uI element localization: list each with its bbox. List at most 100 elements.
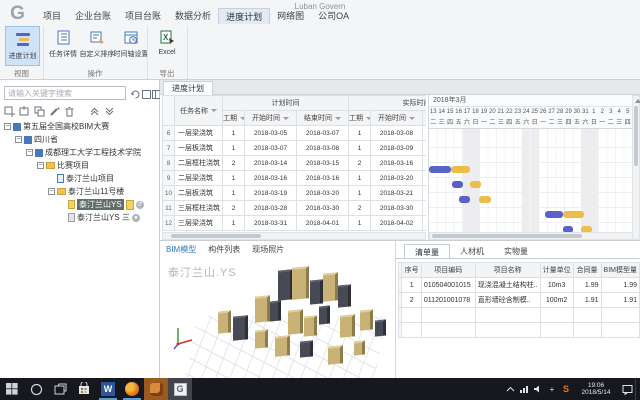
- bim-tab-2[interactable]: 现场照片: [252, 244, 284, 257]
- bim-element[interactable]: [233, 315, 248, 341]
- tray-chevron-icon[interactable]: [503, 378, 517, 400]
- delete-node-icon[interactable]: [64, 104, 75, 115]
- quantities-row-2[interactable]: 2011201001078直形墙砼含制模..100m21.911.91: [399, 293, 640, 308]
- tree-expander-icon[interactable]: −: [4, 123, 11, 130]
- ribbon-tab-0[interactable]: 项目: [36, 8, 68, 24]
- bim-element[interactable]: [340, 314, 355, 338]
- sub-header-4[interactable]: 开始时间: [371, 111, 423, 126]
- bim-element[interactable]: [275, 335, 290, 357]
- task-row-8[interactable]: 8二层框柱浇筑22018-03-142018-03-1522018-03-16: [163, 156, 427, 171]
- store-icon[interactable]: [72, 378, 96, 400]
- bim-element[interactable]: [354, 340, 365, 355]
- filter-arrow-icon[interactable]: [240, 117, 245, 120]
- gantt-bar-plan[interactable]: [545, 211, 563, 218]
- s-app-tray-icon[interactable]: S: [559, 378, 573, 400]
- bim-element[interactable]: [218, 310, 231, 333]
- progress-plan-button[interactable]: 进度计划: [5, 26, 40, 66]
- tree-item-5[interactable]: −泰汀兰山11号楼: [0, 185, 159, 198]
- tree-item-0[interactable]: −第五届全国高校BIM大赛: [0, 120, 159, 133]
- task-view-button[interactable]: [48, 378, 72, 400]
- quantities-tab-1[interactable]: 人材机: [450, 244, 494, 259]
- tree-item-2[interactable]: −成都理工大学工程技术学院: [0, 146, 159, 159]
- collapse-all-icon[interactable]: [104, 104, 115, 115]
- gantt-bar-actual[interactable]: [563, 211, 584, 218]
- bim-element[interactable]: [375, 319, 386, 336]
- bim-element[interactable]: [310, 279, 323, 304]
- task-name-header[interactable]: 任务名称: [175, 96, 223, 126]
- sub-header-0[interactable]: 工期: [223, 111, 245, 126]
- start-button[interactable]: [0, 378, 24, 400]
- tree-expander-icon[interactable]: −: [15, 136, 22, 143]
- bim-tab-1[interactable]: 构件列表: [208, 244, 240, 257]
- gantt-bar-actual[interactable]: [479, 196, 491, 203]
- quantities-tab-2[interactable]: 实物量: [494, 244, 538, 259]
- gantt-bar-actual[interactable]: [470, 181, 481, 188]
- filter-arrow-icon[interactable]: [409, 117, 415, 120]
- tree-expander-icon[interactable]: −: [48, 188, 55, 195]
- gantt-bar-plan[interactable]: [459, 196, 471, 203]
- bim-element[interactable]: [278, 269, 293, 301]
- bim-tab-0[interactable]: BIM模型: [166, 244, 196, 257]
- tree-expander-icon[interactable]: −: [37, 162, 44, 169]
- bim-element[interactable]: [270, 300, 281, 321]
- cortana-button[interactable]: [24, 378, 48, 400]
- custom-sort-button[interactable]: 自定义排序: [80, 26, 114, 66]
- gantt-bar-plan[interactable]: [429, 166, 451, 173]
- tab-progress-plan[interactable]: 进度计划: [163, 81, 213, 96]
- tree-item-6[interactable]: 泰汀兰山YS↺: [0, 198, 159, 211]
- bim-element[interactable]: [338, 284, 351, 307]
- bim-3d-view[interactable]: 泰汀兰山.YS: [160, 258, 395, 378]
- status-circle-icon[interactable]: ●: [132, 214, 140, 222]
- gantt-hscrollbar[interactable]: [429, 232, 633, 240]
- bim-element[interactable]: [255, 329, 268, 348]
- word-icon[interactable]: W: [96, 378, 120, 400]
- copy-node-icon[interactable]: [34, 104, 45, 115]
- sub-header-2[interactable]: 结束时间: [297, 111, 349, 126]
- bim-element[interactable]: [319, 305, 330, 324]
- export-excel-button[interactable]: X Excel: [152, 26, 182, 66]
- sync-status-icon[interactable]: ↺: [136, 201, 144, 209]
- task-row-7[interactable]: 7一层板浇筑12018-03-072018-03-0812018-03-09: [163, 141, 427, 156]
- task-table-hscrollbar[interactable]: [162, 232, 426, 240]
- network-icon[interactable]: [517, 378, 531, 400]
- ribbon-tab-2[interactable]: 项目台账: [118, 8, 168, 24]
- timeline-settings-button[interactable]: 时间轴设置: [115, 26, 147, 66]
- task-row-12[interactable]: 12三层梁浇筑12018-03-312018-04-0112018-04-02: [163, 216, 427, 231]
- bim-element[interactable]: [360, 309, 373, 330]
- add-node-icon[interactable]: [19, 104, 30, 115]
- show-desktop-strip[interactable]: [635, 378, 640, 400]
- task-row-6[interactable]: 6一层梁浇筑12018-03-052018-03-0712018-03-08: [163, 126, 427, 141]
- ime-icon[interactable]: +: [545, 378, 559, 400]
- quantities-tab-0[interactable]: 清单量: [404, 244, 450, 259]
- task-detail-button[interactable]: 任务详情: [47, 26, 79, 66]
- attached-doc-icon[interactable]: [126, 200, 134, 210]
- sub-header-3[interactable]: 工期: [349, 111, 371, 126]
- filter-arrow-icon[interactable]: [366, 117, 371, 120]
- bim-element[interactable]: [255, 295, 270, 323]
- bim-element[interactable]: [323, 272, 338, 302]
- tree-item-4[interactable]: 泰汀兰山项目: [0, 172, 159, 185]
- filter-arrow-icon[interactable]: [283, 117, 289, 120]
- notification-center-icon[interactable]: [619, 378, 635, 400]
- gantt-bar-plan[interactable]: [452, 181, 463, 188]
- expand-all-icon[interactable]: [89, 104, 100, 115]
- browser-icon[interactable]: [120, 378, 144, 400]
- tree-expander-icon[interactable]: −: [26, 149, 33, 156]
- tree-item-3[interactable]: −比赛项目: [0, 159, 159, 172]
- refresh-icon[interactable]: [130, 87, 141, 98]
- bim-element[interactable]: [300, 340, 313, 357]
- bim-element[interactable]: [292, 266, 309, 300]
- volume-icon[interactable]: [531, 378, 545, 400]
- gantt-bar-actual[interactable]: [451, 166, 470, 173]
- edit-node-icon[interactable]: [49, 104, 60, 115]
- luban-govern-taskbar-icon[interactable]: G: [168, 378, 192, 400]
- gantt-vscrollbar[interactable]: [632, 95, 640, 240]
- tree-item-1[interactable]: −四川省: [0, 133, 159, 146]
- ribbon-tab-4[interactable]: 进度计划: [218, 8, 270, 24]
- ribbon-tab-3[interactable]: 数据分析: [168, 8, 218, 24]
- task-row-9[interactable]: 9二层梁浇筑12018-03-162018-03-1612018-03-20: [163, 171, 427, 186]
- task-row-10[interactable]: 10二层板浇筑12018-03-192018-03-2012018-03-21: [163, 186, 427, 201]
- bim-element[interactable]: [304, 315, 317, 336]
- ribbon-tab-1[interactable]: 企业台账: [68, 8, 118, 24]
- bim-element[interactable]: [288, 309, 303, 335]
